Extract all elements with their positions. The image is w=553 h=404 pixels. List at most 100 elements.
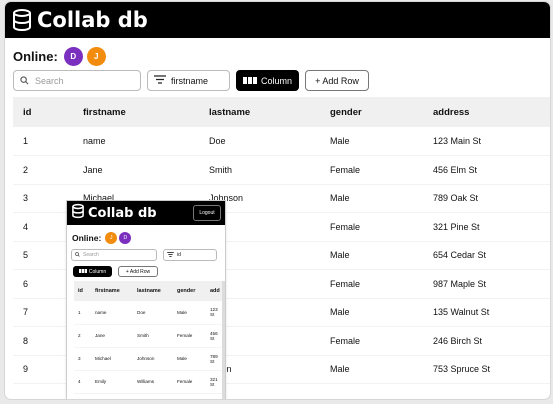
- cell-firstname[interactable]: Jane: [91, 324, 133, 348]
- column-header-id[interactable]: id: [74, 281, 91, 301]
- cell-id[interactable]: 3: [74, 347, 91, 371]
- cell-id[interactable]: 8: [13, 326, 73, 356]
- column-header-address[interactable]: address: [423, 97, 550, 127]
- cell-lastname[interactable]: Smith: [133, 324, 173, 348]
- cell-gender[interactable]: Male: [173, 301, 206, 325]
- inset-add-row-button[interactable]: + Add Row: [118, 266, 158, 277]
- cell-gender[interactable]: Male: [320, 298, 423, 327]
- cell-gender[interactable]: Male: [320, 127, 423, 156]
- cell-address[interactable]: 246 Birch St: [423, 326, 550, 356]
- cell-gender[interactable]: Female: [173, 370, 206, 394]
- inset-column-button-label: Column: [88, 268, 107, 275]
- column-header-firstname[interactable]: firstname: [73, 97, 199, 127]
- cell-gender[interactable]: Female: [173, 324, 206, 348]
- cell-address[interactable]: 987 Maple St: [423, 269, 550, 299]
- cell-address[interactable]: 135 Walnut St: [423, 298, 550, 327]
- inset-window: Collab db Logout Online: J D Search id C…: [67, 201, 225, 399]
- filter-icon: [154, 75, 166, 86]
- cell-address[interactable]: 123 Main St: [423, 127, 550, 156]
- cell-lastname[interactable]: Doe: [133, 301, 173, 325]
- search-icon: [20, 72, 35, 90]
- inset-search-box[interactable]: Search: [71, 249, 157, 261]
- add-row-button[interactable]: + Add Row: [305, 70, 369, 91]
- cell-id[interactable]: 5: [13, 241, 73, 270]
- cell-id[interactable]: 2: [74, 324, 91, 348]
- cell-lastname[interactable]: Doe: [199, 127, 320, 156]
- table-row[interactable]: 3 Michael Johnson Male 789 St: [74, 347, 224, 371]
- cell-id[interactable]: 4: [74, 370, 91, 394]
- column-button[interactable]: Column: [236, 70, 299, 91]
- cell-gender[interactable]: Male: [173, 347, 206, 371]
- logout-button[interactable]: Logout: [193, 205, 221, 221]
- cell-gender[interactable]: Female: [320, 212, 423, 242]
- inset-data-table: id firstname lastname gender add 1 name Do…: [74, 281, 224, 394]
- cell-gender[interactable]: Male: [320, 184, 423, 213]
- cell-address[interactable]: 789 Oak St: [423, 184, 550, 213]
- inset-online-users: Online: J D: [72, 231, 133, 245]
- cell-id[interactable]: 1: [13, 127, 73, 156]
- search-box[interactable]: [13, 70, 141, 91]
- avatar[interactable]: D: [63, 46, 83, 66]
- search-input[interactable]: [35, 75, 125, 86]
- inset-header-bar: Collab db Logout: [67, 201, 225, 225]
- cell-address[interactable]: 456 Elm St: [423, 155, 550, 185]
- cell-id[interactable]: 6: [13, 269, 73, 299]
- columns-icon: [242, 76, 257, 86]
- filter-select[interactable]: firstname: [147, 70, 230, 91]
- cell-address[interactable]: 321 Pine St: [423, 212, 550, 242]
- app-title: Collab db: [37, 8, 148, 32]
- table-row[interactable]: 4 Emily Williams Female 321 St: [74, 370, 224, 394]
- inset-column-button[interactable]: Column: [73, 266, 112, 277]
- columns-icon: [78, 268, 87, 275]
- column-header-id[interactable]: id: [13, 97, 73, 127]
- filter-icon: [167, 251, 174, 259]
- avatar[interactable]: J: [105, 232, 118, 244]
- database-icon: [11, 8, 33, 32]
- cell-gender[interactable]: Male: [320, 241, 423, 270]
- cell-gender[interactable]: Male: [320, 355, 423, 384]
- inset-search-placeholder: Search: [83, 252, 99, 258]
- cell-id[interactable]: 3: [13, 184, 73, 213]
- cell-gender[interactable]: Female: [320, 155, 423, 185]
- table-header-row: id firstname lastname gender add: [74, 281, 224, 301]
- table-row[interactable]: 2 Jane Smith Female 456 St: [74, 324, 224, 348]
- app-window: Collab db Online: D J firstname Column +…: [5, 2, 550, 399]
- column-button-label: Column: [260, 75, 292, 86]
- cell-lastname[interactable]: Johnson: [133, 347, 173, 371]
- cell-firstname[interactable]: Jane: [73, 155, 199, 185]
- cell-id[interactable]: 9: [13, 355, 73, 384]
- cell-address[interactable]: 753 Spruce St: [423, 355, 550, 384]
- inset-app-title: Collab db: [88, 205, 157, 221]
- table-row[interactable]: 1 name Doe Male 123 Main St: [13, 127, 550, 156]
- cell-id[interactable]: 4: [13, 212, 73, 242]
- cell-id[interactable]: 1: [74, 301, 91, 325]
- table-row[interactable]: 1 name Doe Male 123 St: [74, 301, 224, 325]
- filter-value: firstname: [171, 75, 209, 86]
- cell-id[interactable]: 7: [13, 298, 73, 327]
- inset-scrollbar[interactable]: [222, 281, 225, 399]
- cell-firstname[interactable]: Michael: [91, 347, 133, 371]
- table-row[interactable]: 2 Jane Smith Female 456 Elm St: [13, 155, 550, 185]
- cell-firstname[interactable]: name: [73, 127, 199, 156]
- column-header-gender[interactable]: gender: [173, 281, 206, 301]
- cell-address[interactable]: 654 Cedar St: [423, 241, 550, 270]
- column-header-lastname[interactable]: lastname: [199, 97, 320, 127]
- avatar[interactable]: D: [119, 232, 132, 244]
- search-icon: [75, 251, 80, 259]
- cell-firstname[interactable]: Emily: [91, 370, 133, 394]
- table-header-row: id firstname lastname gender address: [13, 97, 550, 127]
- column-header-gender[interactable]: gender: [320, 97, 423, 127]
- inset-online-label: Online:: [72, 233, 102, 243]
- cell-firstname[interactable]: name: [91, 301, 133, 325]
- column-header-lastname[interactable]: lastname: [133, 281, 173, 301]
- cell-lastname[interactable]: Smith: [199, 155, 320, 185]
- database-icon: [71, 203, 85, 224]
- cell-lastname[interactable]: Williams: [133, 370, 173, 394]
- cell-id[interactable]: 2: [13, 155, 73, 185]
- cell-gender[interactable]: Female: [320, 269, 423, 299]
- avatar[interactable]: J: [86, 46, 106, 66]
- online-users: Online: D J: [13, 45, 110, 67]
- column-header-firstname[interactable]: firstname: [91, 281, 133, 301]
- inset-filter-select[interactable]: id: [163, 249, 217, 261]
- cell-gender[interactable]: Female: [320, 326, 423, 356]
